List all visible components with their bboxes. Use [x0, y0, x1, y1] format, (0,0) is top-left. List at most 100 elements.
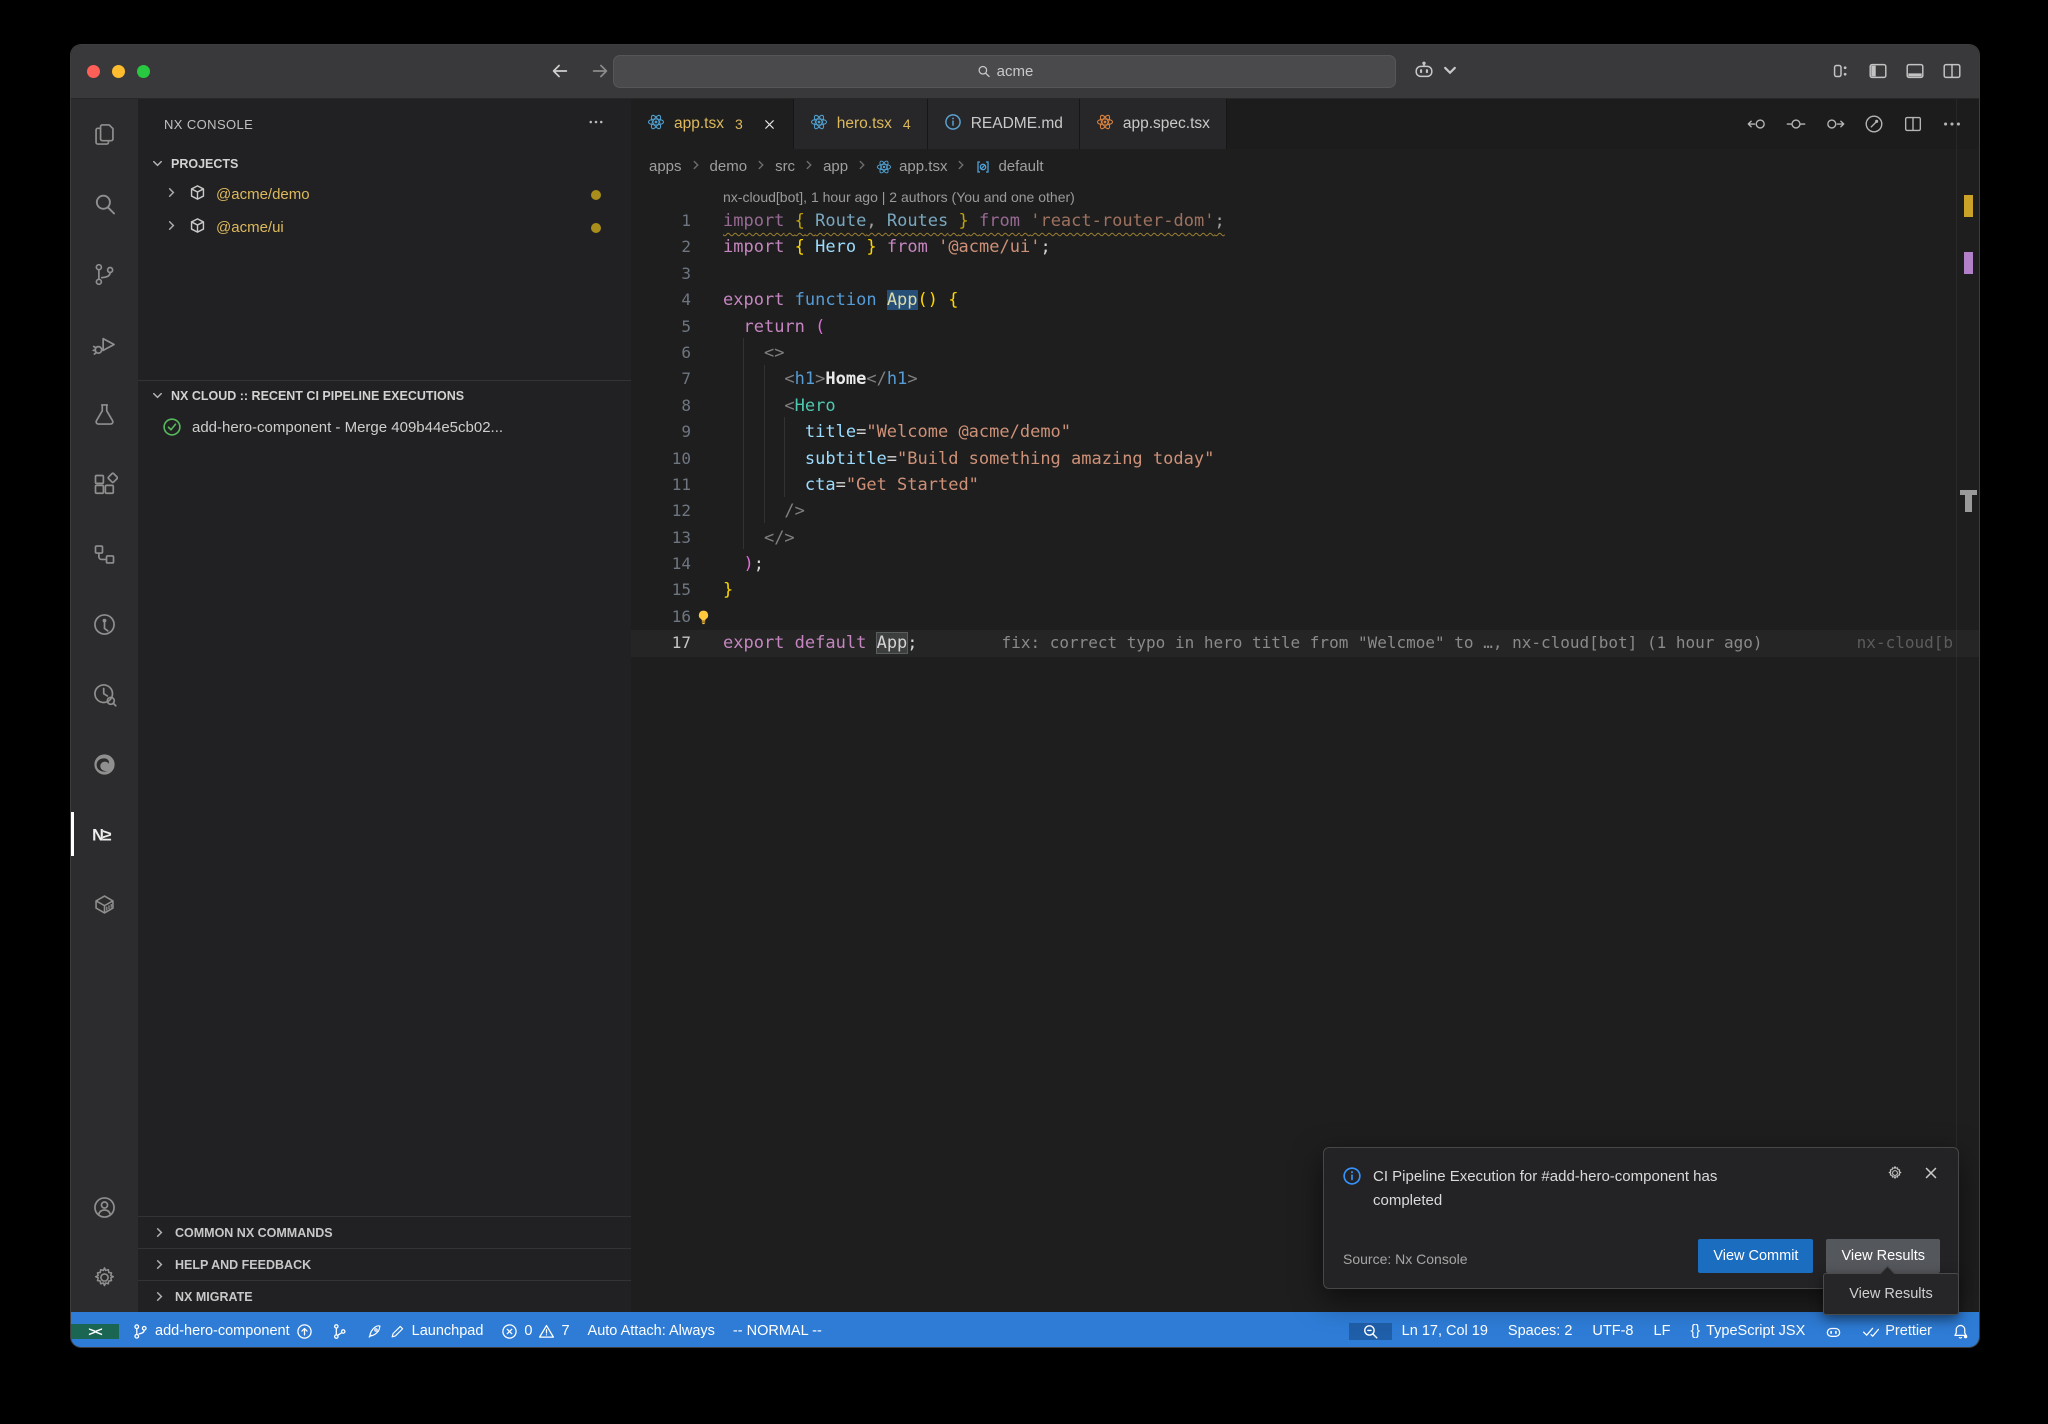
activity-edge-tools-icon[interactable]: [71, 729, 138, 799]
section-nx-cloud[interactable]: NX CLOUD :: RECENT CI PIPELINE EXECUTION…: [138, 381, 631, 410]
copilot-icon: [1413, 59, 1435, 81]
code-line-6[interactable]: 6 <>: [631, 340, 1979, 366]
code-line-4[interactable]: 4export function App() {: [631, 287, 1979, 313]
cursor-position-status[interactable]: Ln 17, Col 19: [1392, 1323, 1498, 1339]
toggle-panel-icon[interactable]: [1904, 60, 1926, 82]
activity-search-icon[interactable]: [71, 169, 138, 239]
notification-close-icon[interactable]: [1922, 1164, 1940, 1187]
project-item-acme-ui[interactable]: @acme/ui: [138, 211, 631, 244]
pipeline-execution-label: add-hero-component - Merge 409b44e5cb02.…: [192, 419, 503, 436]
language-mode-status[interactable]: {} TypeScript JSX: [1680, 1323, 1815, 1339]
close-tab-icon[interactable]: [762, 117, 777, 132]
breadcrumb-segment[interactable]: app.tsx: [899, 158, 947, 175]
tab-app-spec-tsx[interactable]: app.spec.tsx: [1080, 99, 1227, 149]
project-item-acme-demo[interactable]: @acme/demo: [138, 178, 631, 211]
tab-readme-md[interactable]: README.md: [928, 99, 1080, 149]
run-target-icon[interactable]: [1863, 113, 1885, 135]
notification-settings-icon[interactable]: [1886, 1164, 1904, 1187]
chevron-down-icon: [150, 388, 165, 403]
next-change-icon[interactable]: [1824, 113, 1846, 135]
notifications-bell[interactable]: [1942, 1323, 1979, 1340]
auto-attach-status[interactable]: Auto Attach: Always: [579, 1323, 724, 1339]
activity-source-control-icon[interactable]: [71, 239, 138, 309]
view-results-button[interactable]: View Results: [1826, 1239, 1940, 1273]
view-commit-button[interactable]: View Commit: [1698, 1239, 1813, 1273]
activity-settings-icon[interactable]: [71, 1242, 138, 1312]
code-line-15[interactable]: 15}: [631, 577, 1979, 603]
sidebar-more-actions-icon[interactable]: [587, 113, 605, 136]
code-line-7[interactable]: 7 <h1>Home</h1>: [631, 366, 1979, 392]
code-line-14[interactable]: 14 );: [631, 551, 1979, 577]
code-line-3[interactable]: 3: [631, 261, 1979, 287]
breadcrumb-segment[interactable]: apps: [649, 158, 682, 175]
activity-gitlens-icon[interactable]: [71, 589, 138, 659]
section-common-nx-commands[interactable]: COMMON NX COMMANDS: [138, 1216, 631, 1248]
code-editor[interactable]: nx-cloud[bot], 1 hour ago | 2 authors (Y…: [631, 184, 1979, 657]
activity-explorer-icon[interactable]: [71, 99, 138, 169]
breadcrumb-segment[interactable]: demo: [710, 158, 748, 175]
chevron-right-icon[interactable]: [164, 185, 179, 204]
breadcrumb-segment[interactable]: src: [775, 158, 795, 175]
commit-graph-button[interactable]: [322, 1323, 357, 1340]
problems-status[interactable]: 0 7: [492, 1323, 578, 1340]
close-window-button[interactable]: [87, 65, 100, 78]
code-line-17[interactable]: 17export default App;fix: correct typo i…: [631, 630, 1979, 656]
current-position-icon[interactable]: [1785, 113, 1807, 135]
braces-icon: {}: [1690, 1323, 1700, 1339]
copilot-status[interactable]: [1815, 1323, 1852, 1340]
chevron-right-icon: [689, 158, 703, 176]
code-line-9[interactable]: 9 title="Welcome @acme/demo": [631, 419, 1979, 445]
code-text: export default App;: [723, 630, 918, 656]
zoom-status[interactable]: [1349, 1323, 1392, 1340]
tab-app-tsx[interactable]: app.tsx 3: [631, 99, 794, 149]
pipeline-execution-item[interactable]: add-hero-component - Merge 409b44e5cb02.…: [138, 410, 631, 444]
code-line-5[interactable]: 5 return (: [631, 314, 1979, 340]
line-number: 10: [631, 446, 691, 472]
code-line-11[interactable]: 11 cta="Get Started": [631, 472, 1979, 498]
maximize-window-button[interactable]: [137, 65, 150, 78]
eol-status[interactable]: LF: [1644, 1323, 1681, 1339]
encoding-status[interactable]: UTF-8: [1582, 1323, 1643, 1339]
breadcrumb-segment[interactable]: default: [998, 158, 1043, 175]
customize-layout-icon[interactable]: [1830, 60, 1852, 82]
navigate-back-icon[interactable]: [549, 60, 571, 87]
toggle-secondary-sidebar-icon[interactable]: [1941, 60, 1963, 82]
overview-ruler[interactable]: [1956, 99, 1979, 1312]
indentation-status[interactable]: Spaces: 2: [1498, 1323, 1583, 1339]
code-line-2[interactable]: 2import { Hero } from '@acme/ui';: [631, 234, 1979, 260]
code-line-13[interactable]: 13 </>: [631, 525, 1979, 551]
code-line-16[interactable]: 16: [631, 604, 1979, 630]
activity-testing-icon[interactable]: [71, 379, 138, 449]
remote-indicator[interactable]: ><: [71, 1324, 119, 1339]
code-line-10[interactable]: 10 subtitle="Build something amazing tod…: [631, 446, 1979, 472]
previous-change-icon[interactable]: [1746, 113, 1768, 135]
code-line-12[interactable]: 12 />: [631, 498, 1979, 524]
vim-mode-status[interactable]: -- NORMAL --: [724, 1323, 831, 1339]
split-editor-icon[interactable]: [1902, 113, 1924, 135]
navigate-forward-icon[interactable]: [589, 60, 611, 87]
line-number: 13: [631, 525, 691, 551]
activity-project-structure-icon[interactable]: [71, 519, 138, 589]
section-help-and-feedback[interactable]: HELP AND FEEDBACK: [138, 1248, 631, 1280]
git-branch-status[interactable]: add-hero-component: [123, 1323, 322, 1340]
breadcrumb-segment[interactable]: app: [823, 158, 848, 175]
tab-hero-tsx[interactable]: hero.tsx 4: [794, 99, 928, 149]
lightbulb-icon[interactable]: [695, 609, 712, 626]
toggle-primary-sidebar-icon[interactable]: [1867, 60, 1889, 82]
activity-container-tools-icon[interactable]: [71, 869, 138, 939]
code-line-1[interactable]: 1import { Route, Routes } from 'react-ro…: [631, 208, 1979, 234]
code-line-8[interactable]: 8 <Hero: [631, 393, 1979, 419]
section-projects[interactable]: PROJECTS: [138, 149, 631, 178]
activity-accounts-icon[interactable]: [71, 1172, 138, 1242]
command-center-search[interactable]: acme: [613, 55, 1396, 88]
activity-nx-console-icon[interactable]: N≥: [71, 799, 138, 869]
launchpad-button[interactable]: Launchpad: [357, 1323, 493, 1340]
section-nx-migrate[interactable]: NX MIGRATE: [138, 1280, 631, 1312]
activity-extensions-icon[interactable]: [71, 449, 138, 519]
copilot-menu[interactable]: [1413, 59, 1461, 81]
chevron-right-icon[interactable]: [164, 218, 179, 237]
activity-run-and-debug-icon[interactable]: [71, 309, 138, 379]
formatter-status[interactable]: Prettier: [1852, 1323, 1942, 1340]
minimize-window-button[interactable]: [112, 65, 125, 78]
activity-gitlens-inspect-icon[interactable]: [71, 659, 138, 729]
